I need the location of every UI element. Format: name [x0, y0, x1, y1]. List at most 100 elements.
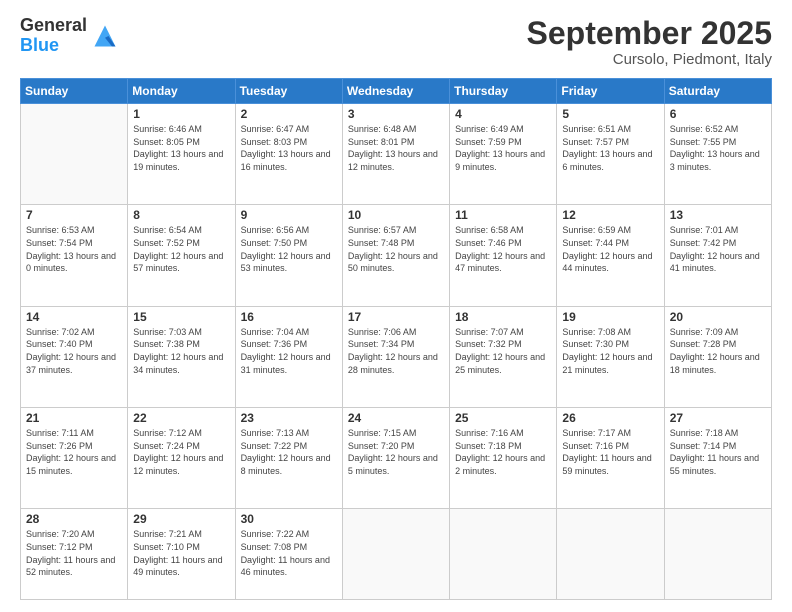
day-number: 1 — [133, 107, 229, 121]
calendar-table: SundayMondayTuesdayWednesdayThursdayFrid… — [20, 78, 772, 600]
calendar-cell — [557, 509, 664, 600]
day-info: Sunrise: 6:59 AMSunset: 7:44 PMDaylight:… — [562, 224, 658, 274]
day-info: Sunrise: 7:08 AMSunset: 7:30 PMDaylight:… — [562, 326, 658, 376]
day-info: Sunrise: 6:52 AMSunset: 7:55 PMDaylight:… — [670, 123, 766, 173]
day-number: 4 — [455, 107, 551, 121]
day-info: Sunrise: 6:46 AMSunset: 8:05 PMDaylight:… — [133, 123, 229, 173]
day-number: 9 — [241, 208, 337, 222]
calendar-cell — [664, 509, 771, 600]
day-info: Sunrise: 6:56 AMSunset: 7:50 PMDaylight:… — [241, 224, 337, 274]
day-info: Sunrise: 7:21 AMSunset: 7:10 PMDaylight:… — [133, 528, 229, 578]
day-number: 10 — [348, 208, 444, 222]
calendar-cell: 27 Sunrise: 7:18 AMSunset: 7:14 PMDayligh… — [664, 408, 771, 509]
day-info: Sunrise: 7:06 AMSunset: 7:34 PMDaylight:… — [348, 326, 444, 376]
calendar-cell: 20Sunrise: 7:09 AMSunset: 7:28 PMDayligh… — [664, 306, 771, 407]
day-number: 2 — [241, 107, 337, 121]
day-info: Sunrise: 7:18 AMSunset: 7:14 PMDaylight:… — [670, 427, 766, 477]
week-row-5: 28 Sunrise: 7:20 AMSunset: 7:12 PMDayligh… — [21, 509, 772, 600]
day-number: 12 — [562, 208, 658, 222]
day-info: Sunrise: 7:17 AMSunset: 7:16 PMDaylight:… — [562, 427, 658, 477]
day-info: Sunrise: 7:20 AMSunset: 7:12 PMDaylight:… — [26, 528, 122, 578]
day-info: Sunrise: 7:02 AMSunset: 7:40 PMDaylight:… — [26, 326, 122, 376]
day-number: 28 — [26, 512, 122, 526]
day-number: 8 — [133, 208, 229, 222]
calendar-cell — [450, 509, 557, 600]
weekday-header-saturday: Saturday — [664, 79, 771, 104]
calendar-cell: 25Sunrise: 7:16 AMSunset: 7:18 PMDayligh… — [450, 408, 557, 509]
calendar-cell: 8Sunrise: 6:54 AMSunset: 7:52 PMDaylight… — [128, 205, 235, 306]
calendar-cell: 14 Sunrise: 7:02 AMSunset: 7:40 PMDayligh… — [21, 306, 128, 407]
weekday-header-wednesday: Wednesday — [342, 79, 449, 104]
day-info: Sunrise: 7:12 AMSunset: 7:24 PMDaylight:… — [133, 427, 229, 477]
calendar-cell: 28 Sunrise: 7:20 AMSunset: 7:12 PMDayligh… — [21, 509, 128, 600]
calendar-cell: 2 Sunrise: 6:47 AMSunset: 8:03 PMDaylight… — [235, 104, 342, 205]
calendar-cell: 18 Sunrise: 7:07 AMSunset: 7:32 PMDayligh… — [450, 306, 557, 407]
day-number: 26 — [562, 411, 658, 425]
weekday-header-tuesday: Tuesday — [235, 79, 342, 104]
calendar-cell: 19 Sunrise: 7:08 AMSunset: 7:30 PMDayligh… — [557, 306, 664, 407]
day-info: Sunrise: 7:01 AMSunset: 7:42 PMDaylight:… — [670, 224, 766, 274]
calendar-cell: 12 Sunrise: 6:59 AMSunset: 7:44 PMDayligh… — [557, 205, 664, 306]
day-number: 15 — [133, 310, 229, 324]
calendar-cell — [21, 104, 128, 205]
day-number: 19 — [562, 310, 658, 324]
calendar-cell: 4 Sunrise: 6:49 AMSunset: 7:59 PMDaylight… — [450, 104, 557, 205]
day-number: 20 — [670, 310, 766, 324]
logo-text: General Blue — [20, 16, 87, 56]
day-info: Sunrise: 7:11 AMSunset: 7:26 PMDaylight:… — [26, 427, 122, 477]
day-info: Sunrise: 6:47 AMSunset: 8:03 PMDaylight:… — [241, 123, 337, 173]
day-info: Sunrise: 7:13 AMSunset: 7:22 PMDaylight:… — [241, 427, 337, 477]
calendar-cell: 10 Sunrise: 6:57 AMSunset: 7:48 PMDayligh… — [342, 205, 449, 306]
day-number: 21 — [26, 411, 122, 425]
calendar-cell: 23 Sunrise: 7:13 AMSunset: 7:22 PMDayligh… — [235, 408, 342, 509]
weekday-header-sunday: Sunday — [21, 79, 128, 104]
calendar-cell: 29 Sunrise: 7:21 AMSunset: 7:10 PMDayligh… — [128, 509, 235, 600]
day-number: 23 — [241, 411, 337, 425]
day-number: 18 — [455, 310, 551, 324]
page: General Blue September 2025 Cursolo, Pie… — [0, 0, 792, 612]
day-info: Sunrise: 6:51 AMSunset: 7:57 PMDaylight:… — [562, 123, 658, 173]
day-info: Sunrise: 7:04 AMSunset: 7:36 PMDaylight:… — [241, 326, 337, 376]
day-number: 6 — [670, 107, 766, 121]
day-number: 3 — [348, 107, 444, 121]
calendar-cell: 11 Sunrise: 6:58 AMSunset: 7:46 PMDayligh… — [450, 205, 557, 306]
calendar-cell: 6 Sunrise: 6:52 AMSunset: 7:55 PMDaylight… — [664, 104, 771, 205]
logo-icon — [91, 22, 119, 50]
week-row-2: 7 Sunrise: 6:53 AMSunset: 7:54 PMDaylight… — [21, 205, 772, 306]
day-info: Sunrise: 6:58 AMSunset: 7:46 PMDaylight:… — [455, 224, 551, 274]
day-info: Sunrise: 7:07 AMSunset: 7:32 PMDaylight:… — [455, 326, 551, 376]
calendar-cell: 9 Sunrise: 6:56 AMSunset: 7:50 PMDaylight… — [235, 205, 342, 306]
weekday-header-friday: Friday — [557, 79, 664, 104]
day-number: 13 — [670, 208, 766, 222]
calendar-cell — [342, 509, 449, 600]
day-number: 11 — [455, 208, 551, 222]
calendar-subtitle: Cursolo, Piedmont, Italy — [527, 51, 772, 68]
day-number: 17 — [348, 310, 444, 324]
calendar-cell: 7 Sunrise: 6:53 AMSunset: 7:54 PMDaylight… — [21, 205, 128, 306]
day-info: Sunrise: 6:53 AMSunset: 7:54 PMDaylight:… — [26, 224, 122, 274]
day-number: 27 — [670, 411, 766, 425]
day-number: 25 — [455, 411, 551, 425]
day-number: 16 — [241, 310, 337, 324]
day-info: Sunrise: 6:57 AMSunset: 7:48 PMDaylight:… — [348, 224, 444, 274]
day-number: 7 — [26, 208, 122, 222]
week-row-1: 1 Sunrise: 6:46 AMSunset: 8:05 PMDaylight… — [21, 104, 772, 205]
calendar-cell: 30Sunrise: 7:22 AMSunset: 7:08 PMDayligh… — [235, 509, 342, 600]
calendar-cell: 24 Sunrise: 7:15 AMSunset: 7:20 PMDayligh… — [342, 408, 449, 509]
day-info: Sunrise: 6:48 AMSunset: 8:01 PMDaylight:… — [348, 123, 444, 173]
day-info: Sunrise: 6:49 AMSunset: 7:59 PMDaylight:… — [455, 123, 551, 173]
day-number: 14 — [26, 310, 122, 324]
calendar-cell: 17 Sunrise: 7:06 AMSunset: 7:34 PMDayligh… — [342, 306, 449, 407]
header: General Blue September 2025 Cursolo, Pie… — [20, 16, 772, 68]
day-number: 5 — [562, 107, 658, 121]
logo: General Blue — [20, 16, 119, 56]
calendar-cell: 5 Sunrise: 6:51 AMSunset: 7:57 PMDaylight… — [557, 104, 664, 205]
day-info: Sunrise: 7:15 AMSunset: 7:20 PMDaylight:… — [348, 427, 444, 477]
calendar-cell: 22Sunrise: 7:12 AMSunset: 7:24 PMDayligh… — [128, 408, 235, 509]
calendar-cell: 1 Sunrise: 6:46 AMSunset: 8:05 PMDaylight… — [128, 104, 235, 205]
day-number: 29 — [133, 512, 229, 526]
weekday-header-row: SundayMondayTuesdayWednesdayThursdayFrid… — [21, 79, 772, 104]
day-number: 24 — [348, 411, 444, 425]
calendar-cell: 3 Sunrise: 6:48 AMSunset: 8:01 PMDaylight… — [342, 104, 449, 205]
calendar-cell: 26 Sunrise: 7:17 AMSunset: 7:16 PMDayligh… — [557, 408, 664, 509]
